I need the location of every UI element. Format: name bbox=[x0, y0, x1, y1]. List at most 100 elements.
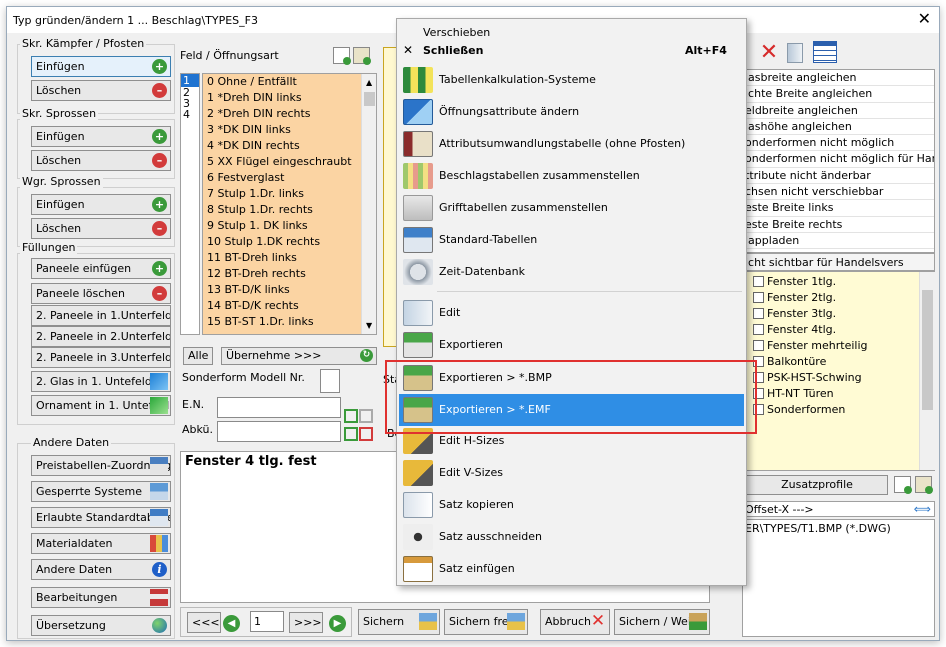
field-number-item[interactable]: 4 bbox=[181, 109, 199, 120]
option-item[interactable]: eldbreite angleichen bbox=[743, 103, 934, 119]
option-item[interactable]: ttribute nicht änderbar bbox=[743, 168, 934, 185]
wgr-einfuegen-button[interactable]: Einfügen + bbox=[31, 194, 171, 215]
checkbox[interactable] bbox=[753, 324, 764, 335]
category-item[interactable]: HT-NT Türen bbox=[743, 386, 934, 402]
opening-type-item[interactable]: 12 BT-Dreh rechts bbox=[203, 266, 361, 282]
menu-item[interactable]: Standard-Tabellen bbox=[399, 224, 744, 256]
opening-type-item[interactable]: 9 Stulp 1. DK links bbox=[203, 218, 361, 234]
uebersetzung-button[interactable]: Übersetzung bbox=[31, 615, 171, 636]
gesperrte-systeme-button[interactable]: Gesperrte Systeme bbox=[31, 481, 171, 502]
menu-item[interactable]: Öffnungsattribute ändern bbox=[399, 96, 744, 128]
opening-type-item[interactable]: 11 BT-Dreh links bbox=[203, 250, 361, 266]
ornament-unterfeld-button[interactable]: Ornament in 1. Untefeld bbox=[31, 395, 171, 416]
opening-type-item[interactable]: 1 *Dreh DIN links bbox=[203, 90, 361, 106]
copy-profile-icon[interactable] bbox=[915, 476, 933, 494]
option-item[interactable]: ichte Breite angleichen bbox=[743, 86, 934, 103]
menu-item[interactable]: Satz kopieren bbox=[399, 489, 744, 521]
category-item[interactable]: Fenster mehrteilig bbox=[743, 338, 934, 354]
option-item[interactable]: lashöhe angleichen bbox=[743, 119, 934, 136]
paneele-unterfeld-2-button[interactable]: 2. Paneele in 2.Unterfeld bbox=[31, 326, 171, 347]
sichern-weiter-button[interactable]: Sichern / Weiter bbox=[614, 609, 710, 635]
menu-item[interactable]: Edit bbox=[399, 297, 744, 329]
category-item[interactable]: Balkontüre bbox=[743, 354, 934, 370]
page-input[interactable]: 1 bbox=[250, 611, 284, 632]
category-item[interactable]: Fenster 2tlg. bbox=[743, 290, 934, 306]
option-item[interactable]: chsen nicht verschiebbar bbox=[743, 184, 934, 201]
frame-green-icon[interactable] bbox=[344, 409, 358, 423]
zusatzprofile-button[interactable]: Zusatzprofile bbox=[742, 475, 888, 495]
checkbox[interactable] bbox=[753, 276, 764, 287]
sichern-frei-button[interactable]: Sichern frei bbox=[444, 609, 528, 635]
menu-item[interactable]: Zeit-Datenbank bbox=[399, 256, 744, 288]
opening-list-scrollbar[interactable]: ▲ ▼ bbox=[361, 74, 376, 334]
opening-type-item[interactable]: 10 Stulp 1.DK rechts bbox=[203, 234, 361, 250]
category-item[interactable]: Fenster 3tlg. bbox=[743, 306, 934, 322]
menu-item[interactable]: Satz ausschneiden bbox=[399, 521, 744, 553]
sonderform-input[interactable] bbox=[320, 369, 340, 393]
new-profile-icon[interactable] bbox=[894, 476, 912, 494]
opening-type-item[interactable]: 0 Ohne / Entfällt bbox=[203, 74, 361, 90]
next-button[interactable]: >>> bbox=[289, 612, 323, 633]
opening-type-item[interactable]: 2 *Dreh DIN rechts bbox=[203, 106, 361, 122]
opening-type-item[interactable]: 8 Stulp 1.Dr. rechts bbox=[203, 202, 361, 218]
menu-item[interactable]: Attributsumwandlungstabelle (ohne Pfoste… bbox=[399, 128, 744, 160]
checkbox[interactable] bbox=[753, 308, 764, 319]
erlaubte-standardtabellen-button[interactable]: Erlaubte Standardtabellen bbox=[31, 507, 171, 528]
new-doc-icon[interactable] bbox=[333, 47, 351, 65]
opening-type-item[interactable]: 7 Stulp 1.Dr. links bbox=[203, 186, 361, 202]
table-icon[interactable] bbox=[813, 41, 837, 63]
paneele-unterfeld-3-button[interactable]: 2. Paneele in 3.Unterfeld bbox=[31, 347, 171, 368]
sichern-button[interactable]: Sichern bbox=[358, 609, 440, 635]
menu-item[interactable]: Satz einfügen bbox=[399, 553, 744, 585]
materialdaten-button[interactable]: Materialdaten bbox=[31, 533, 171, 554]
opening-type-item[interactable]: 6 Festverglast bbox=[203, 170, 361, 186]
paneele-einfuegen-button[interactable]: Paneele einfügen + bbox=[31, 258, 171, 279]
menu-item[interactable]: Exportieren bbox=[399, 329, 744, 361]
bearbeitungen-button[interactable]: Bearbeitungen bbox=[31, 587, 171, 608]
frame-grey-icon[interactable] bbox=[359, 409, 373, 423]
paneele-unterfeld-1-button[interactable]: 2. Paneele in 1.Unterfeld bbox=[31, 305, 171, 326]
wgr-loeschen-button[interactable]: Löschen – bbox=[31, 218, 171, 239]
option-item[interactable]: onderformen nicht möglich für Handel bbox=[743, 151, 934, 168]
arrow-right-icon[interactable]: ▶ bbox=[329, 615, 346, 632]
opening-type-item[interactable]: 15 BT-ST 1.Dr. links bbox=[203, 314, 361, 330]
prev-button[interactable]: <<< bbox=[187, 612, 221, 633]
opening-type-item[interactable]: 14 BT-D/K rechts bbox=[203, 298, 361, 314]
opening-type-item[interactable]: 13 BT-D/K links bbox=[203, 282, 361, 298]
alle-button[interactable]: Alle bbox=[183, 347, 213, 365]
chevron-up-icon[interactable]: ▲ bbox=[366, 78, 372, 87]
frame-red-icon[interactable] bbox=[359, 427, 373, 441]
sprossen-einfuegen-button[interactable]: Einfügen + bbox=[31, 126, 171, 147]
delete-red-icon[interactable]: ✕ bbox=[759, 42, 779, 64]
menu-schliessen[interactable]: Schließen bbox=[423, 44, 483, 57]
abkue-input[interactable] bbox=[217, 421, 341, 442]
menu-item[interactable]: Beschlagstabellen zusammenstellen bbox=[399, 160, 744, 192]
menu-item[interactable]: Grifftabellen zusammenstellen bbox=[399, 192, 744, 224]
category-item[interactable]: Fenster 1tlg. bbox=[743, 274, 934, 290]
option-item[interactable]: lasbreite angleichen bbox=[743, 70, 934, 87]
en-input[interactable] bbox=[217, 397, 341, 418]
uebernehme-button[interactable]: Übernehme >>> ↻ bbox=[221, 347, 377, 365]
option-item[interactable]: lappladen bbox=[743, 233, 934, 250]
frame-green-2-icon[interactable] bbox=[344, 427, 358, 441]
menu-item[interactable]: Tabellenkalkulation-Systeme bbox=[399, 64, 744, 96]
paneele-loeschen-button[interactable]: Paneele löschen – bbox=[31, 283, 171, 304]
scrollbar-thumb[interactable] bbox=[922, 290, 933, 410]
menu-verschieben[interactable]: Verschieben bbox=[423, 26, 490, 39]
sprossen-loeschen-button[interactable]: Löschen – bbox=[31, 150, 171, 171]
option-item[interactable]: este Breite links bbox=[743, 200, 934, 217]
menu-item[interactable]: Edit V-Sizes bbox=[399, 457, 744, 489]
category-item[interactable]: PSK-HST-Schwing bbox=[743, 370, 934, 386]
kaempfer-loeschen-button[interactable]: Löschen – bbox=[31, 80, 171, 101]
abbruch-button[interactable]: Abbruch ✕ bbox=[540, 609, 610, 635]
opening-type-item[interactable]: 3 *DK DIN links bbox=[203, 122, 361, 138]
scrollbar-thumb[interactable] bbox=[364, 92, 375, 106]
chevron-down-icon[interactable]: ▼ bbox=[366, 321, 372, 330]
close-icon[interactable]: ✕ bbox=[918, 10, 931, 28]
arrow-left-icon[interactable]: ◀ bbox=[223, 615, 240, 632]
document-icon[interactable] bbox=[787, 43, 803, 63]
category-item[interactable]: Fenster 4tlg. bbox=[743, 322, 934, 338]
andere-daten-button[interactable]: Andere Daten i bbox=[31, 559, 171, 580]
glas-unterfeld-button[interactable]: 2. Glas in 1. Untefeld bbox=[31, 371, 171, 392]
kaempfer-einfuegen-button[interactable]: Einfügen + bbox=[31, 56, 171, 77]
